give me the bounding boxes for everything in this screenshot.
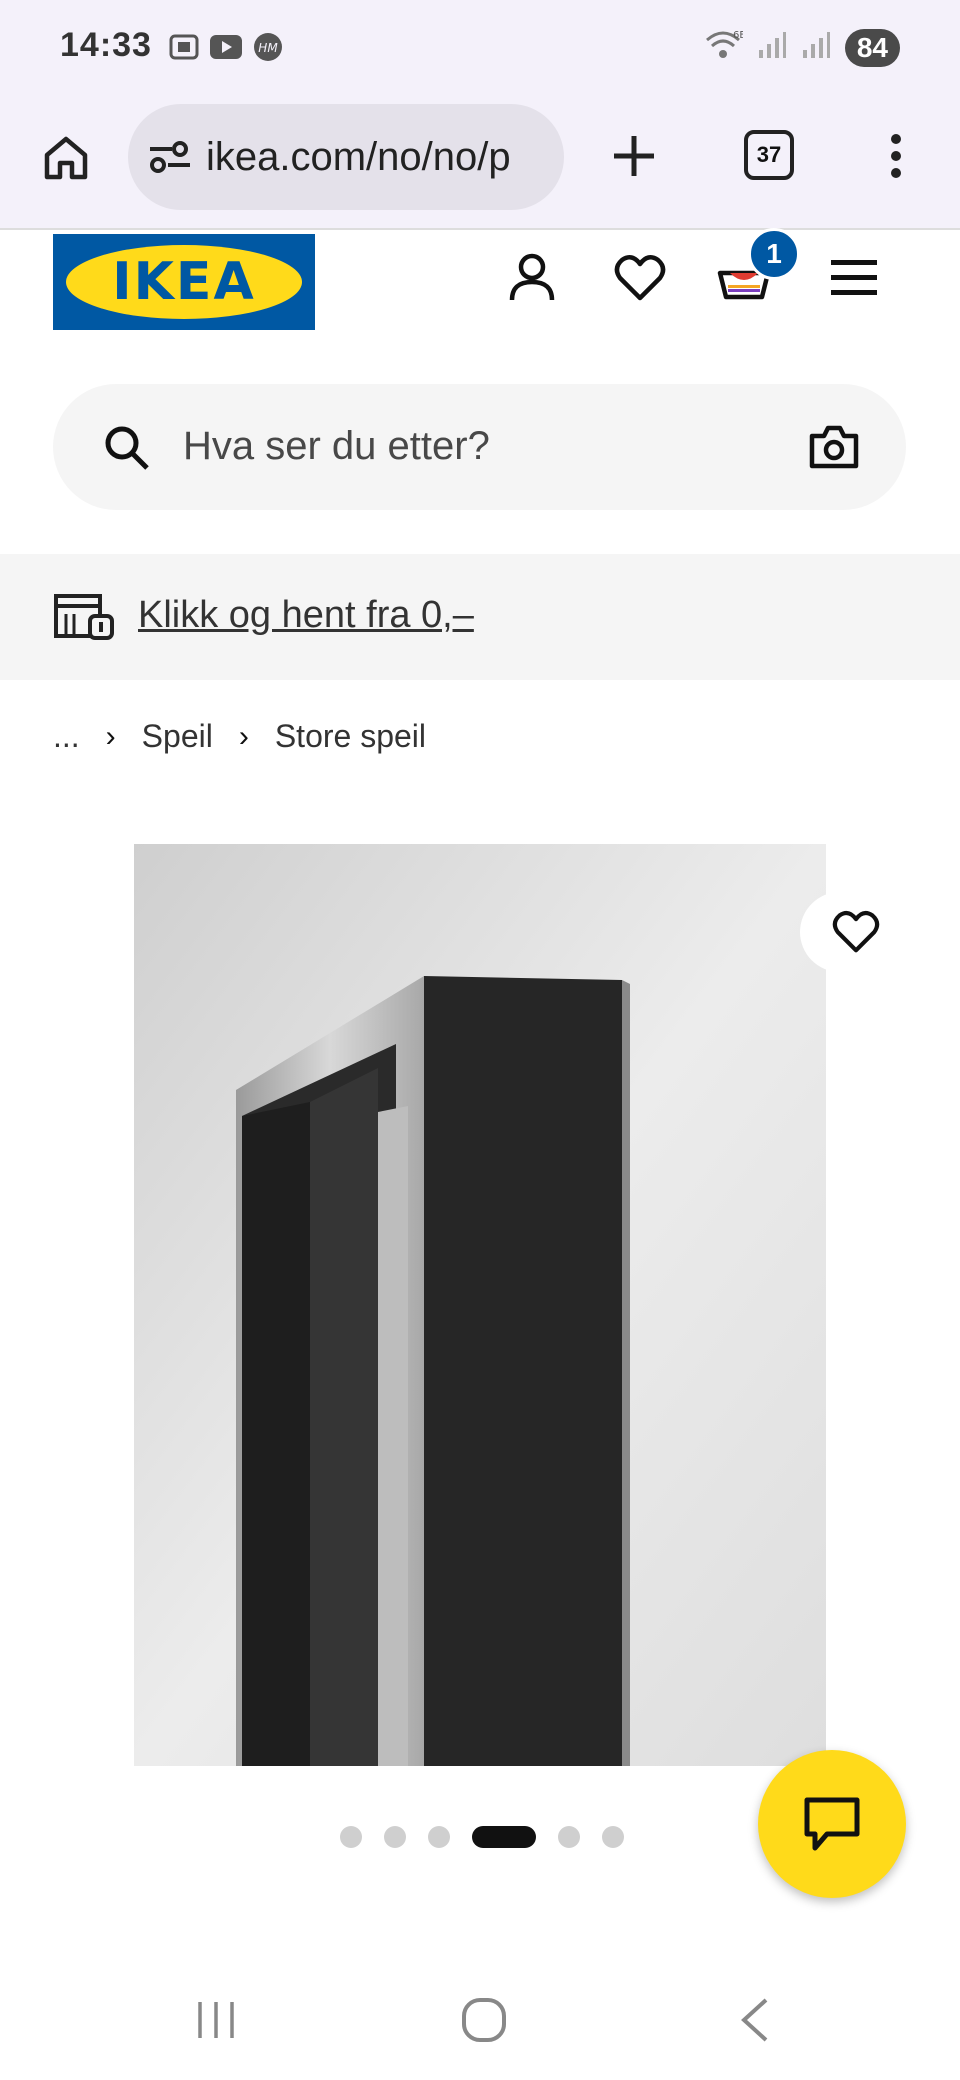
- hamburger-menu-icon: [831, 260, 877, 295]
- ikea-logo[interactable]: IKEA: [53, 234, 315, 330]
- status-time: 14:33: [60, 26, 152, 64]
- search-input[interactable]: Hva ser du etter?: [53, 384, 906, 510]
- carousel-dot[interactable]: [384, 1826, 406, 1848]
- status-notification-icons: HM: [168, 32, 284, 62]
- youtube-icon: [210, 32, 242, 62]
- search-placeholder: Hva ser du etter?: [183, 424, 490, 468]
- back-icon: [741, 1998, 768, 2042]
- carousel-dot[interactable]: [428, 1826, 450, 1848]
- browser-menu-button[interactable]: [876, 126, 916, 186]
- browser-toolbar: ikea.com/no/no/p 37: [0, 96, 960, 230]
- home-button[interactable]: [36, 128, 96, 188]
- favourites-button[interactable]: [610, 248, 670, 308]
- search-icon: [103, 424, 151, 477]
- home-circle-icon: [462, 1998, 506, 2042]
- wifi-6e-icon: 6E: [703, 28, 746, 67]
- logo-text: IKEA: [112, 252, 256, 312]
- visual-search-camera-icon[interactable]: [808, 424, 860, 475]
- carousel-dot[interactable]: [558, 1826, 580, 1848]
- carousel-indicator: [340, 1826, 624, 1848]
- click-collect-link[interactable]: Klikk og hent fra 0,–: [138, 594, 474, 637]
- plus-icon: [614, 136, 654, 176]
- tab-switcher-button[interactable]: 37: [744, 130, 794, 180]
- cart-count-badge: 1: [748, 228, 800, 280]
- carousel-dot-active[interactable]: [472, 1826, 536, 1848]
- breadcrumb-item-speil[interactable]: Speil: [142, 718, 213, 755]
- click-collect-banner[interactable]: Klikk og hent fra 0,–: [0, 554, 960, 680]
- url-text: ikea.com/no/no/p: [206, 134, 511, 179]
- svg-text:6E: 6E: [733, 30, 743, 41]
- system-navigation-bar: [0, 1960, 960, 2080]
- account-icon: [509, 253, 555, 301]
- breadcrumb-ellipsis[interactable]: ...: [53, 718, 80, 755]
- product-image[interactable]: [134, 844, 826, 1766]
- chat-icon: [804, 1797, 860, 1851]
- svg-text:HM: HM: [258, 41, 278, 55]
- screenshot-icon: [168, 32, 200, 62]
- carousel-dot[interactable]: [340, 1826, 362, 1848]
- breadcrumb: ... › Speil › Store speil: [53, 718, 426, 755]
- recent-apps-icon: [198, 2002, 234, 2038]
- breadcrumb-item-store-speil[interactable]: Store speil: [275, 718, 426, 755]
- more-vert-icon: [891, 134, 901, 178]
- carousel-dot[interactable]: [602, 1826, 624, 1848]
- site-settings-icon: [150, 141, 190, 173]
- new-tab-button[interactable]: [604, 126, 664, 186]
- chevron-right-icon: ›: [105, 719, 116, 753]
- logo-oval: IKEA: [66, 245, 302, 319]
- signal-icon: [757, 30, 787, 65]
- back-button[interactable]: [724, 1990, 784, 2050]
- chat-button[interactable]: [758, 1750, 906, 1898]
- status-bar: 14:33 HM 6E 84: [0, 0, 960, 96]
- recent-apps-button[interactable]: [186, 1990, 246, 2050]
- hm-icon: HM: [252, 32, 284, 62]
- account-button[interactable]: [502, 248, 562, 308]
- signal-icon: [801, 30, 831, 65]
- store-icon: [54, 592, 116, 647]
- system-home-button[interactable]: [454, 1990, 514, 2050]
- address-bar[interactable]: ikea.com/no/no/p: [128, 104, 564, 210]
- home-icon: [44, 136, 88, 180]
- main-menu-button[interactable]: [824, 248, 884, 308]
- battery-indicator: 84: [844, 28, 900, 67]
- chevron-right-icon: ›: [238, 719, 249, 753]
- add-to-favourites-button[interactable]: [800, 892, 912, 972]
- heart-icon: [832, 910, 880, 953]
- status-right: 6E 84: [703, 28, 900, 67]
- heart-icon: [614, 255, 666, 301]
